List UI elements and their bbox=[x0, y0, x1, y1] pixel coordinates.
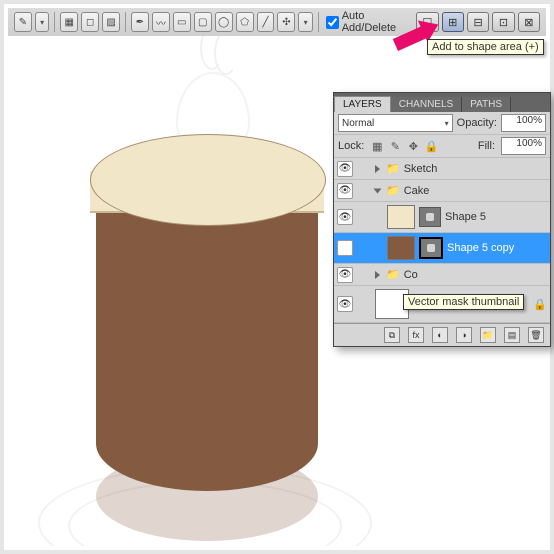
opacity-label: Opacity: bbox=[457, 117, 497, 129]
lock-label: Lock: bbox=[338, 140, 364, 152]
visibility-toggle[interactable]: 👁 bbox=[337, 240, 353, 256]
layer-group-co[interactable]: 👁 📁 Co bbox=[334, 264, 550, 286]
tooltip-add-to-shape: Add to shape area (+) bbox=[427, 39, 544, 55]
ellipse-icon[interactable]: ◯ bbox=[215, 12, 233, 32]
delete-layer-icon[interactable]: 🗑 bbox=[528, 327, 544, 343]
layer-label: Cake bbox=[404, 185, 430, 197]
paths-mode-icon[interactable]: ◻ bbox=[81, 12, 99, 32]
tab-paths[interactable]: PATHS bbox=[462, 97, 511, 112]
lock-transparent-icon[interactable]: ▦ bbox=[370, 139, 384, 153]
shape-dropdown-icon[interactable]: ▾ bbox=[298, 12, 312, 32]
pen-preset-icon[interactable]: ✎ bbox=[14, 12, 32, 32]
blend-mode-select[interactable]: Normal▾ bbox=[338, 114, 453, 132]
exclude-shape-icon[interactable]: ⊠ bbox=[518, 12, 540, 32]
auto-add-delete-label: Auto Add/Delete bbox=[342, 10, 411, 34]
custom-shape-icon[interactable]: ✣ bbox=[277, 12, 295, 32]
blend-mode-value: Normal bbox=[342, 118, 374, 129]
expand-icon[interactable] bbox=[375, 271, 380, 279]
layer-group-cake[interactable]: 👁 📁 Cake bbox=[334, 180, 550, 202]
folder-icon: 📁 bbox=[386, 162, 400, 175]
lock-fill-row: Lock: ▦ ✎ ✥ 🔒 Fill: 100% bbox=[334, 135, 550, 158]
fill-thumbnail[interactable] bbox=[387, 236, 415, 260]
folder-icon: 📁 bbox=[386, 184, 400, 197]
separator bbox=[125, 12, 126, 32]
collapse-icon[interactable] bbox=[374, 188, 382, 193]
options-bar: ✎ ▾ ▦ ◻ ▨ ✒ 〰 ▭ ▢ ◯ ⬠ ╱ ✣ ▾ Auto Add/Del… bbox=[8, 8, 546, 37]
auto-add-delete-input[interactable] bbox=[326, 16, 339, 29]
folder-icon: 📁 bbox=[386, 268, 400, 281]
layer-label: Co bbox=[404, 269, 418, 281]
subtract-shape-icon[interactable]: ⊟ bbox=[467, 12, 489, 32]
shape-layers-icon[interactable]: ▦ bbox=[60, 12, 78, 32]
sketch-steam-icon bbox=[196, 36, 246, 86]
tooltip-vector-mask: Vector mask thumbnail bbox=[403, 294, 524, 310]
rounded-rect-icon[interactable]: ▢ bbox=[194, 12, 212, 32]
blend-opacity-row: Normal▾ Opacity: 100% bbox=[334, 112, 550, 135]
rectangle-icon[interactable]: ▭ bbox=[173, 12, 191, 32]
visibility-toggle[interactable]: 👁 bbox=[337, 296, 353, 312]
layer-style-icon[interactable]: fx bbox=[408, 327, 424, 343]
layer-label: Shape 5 bbox=[445, 211, 486, 223]
layer-group-sketch[interactable]: 👁 📁 Sketch bbox=[334, 158, 550, 180]
pen-tool-icon[interactable]: ✒ bbox=[131, 12, 149, 32]
layer-label: Sketch bbox=[404, 163, 438, 175]
visibility-toggle[interactable]: 👁 bbox=[337, 183, 353, 199]
lock-icon: 🔒 bbox=[533, 298, 547, 311]
visibility-toggle[interactable]: 👁 bbox=[337, 267, 353, 283]
lock-image-icon[interactable]: ✎ bbox=[388, 139, 402, 153]
lock-all-icon[interactable]: 🔒 bbox=[424, 139, 438, 153]
vector-mask-thumbnail-selected[interactable] bbox=[419, 237, 443, 259]
panel-footer: ⧉ fx ◐ ◑ 📁 ▤ 🗑 bbox=[334, 323, 550, 346]
line-icon[interactable]: ╱ bbox=[257, 12, 275, 32]
opacity-input[interactable]: 100% bbox=[501, 114, 546, 132]
auto-add-delete-checkbox[interactable]: Auto Add/Delete bbox=[326, 10, 411, 34]
layer-shape5-copy[interactable]: 👁 Shape 5 copy bbox=[334, 233, 550, 264]
panel-tabs: LAYERS CHANNELS PATHS bbox=[334, 93, 550, 112]
separator bbox=[318, 12, 319, 32]
layer-shape5[interactable]: 👁 Shape 5 bbox=[334, 202, 550, 233]
tab-layers[interactable]: LAYERS bbox=[334, 96, 391, 112]
new-layer-icon[interactable]: ▤ bbox=[504, 327, 520, 343]
layer-mask-icon[interactable]: ◐ bbox=[432, 327, 448, 343]
fill-pixels-icon[interactable]: ▨ bbox=[102, 12, 120, 32]
expand-icon[interactable] bbox=[375, 165, 380, 173]
layer-label: Shape 5 copy bbox=[447, 242, 514, 254]
polygon-icon[interactable]: ⬠ bbox=[236, 12, 254, 32]
tab-channels[interactable]: CHANNELS bbox=[391, 97, 462, 112]
lock-position-icon[interactable]: ✥ bbox=[406, 139, 420, 153]
preset-dropdown-icon[interactable]: ▾ bbox=[35, 12, 49, 32]
freeform-pen-icon[interactable]: 〰 bbox=[152, 12, 170, 32]
new-group-icon[interactable]: 📁 bbox=[480, 327, 496, 343]
fill-input[interactable]: 100% bbox=[501, 137, 546, 155]
vector-mask-thumbnail[interactable] bbox=[419, 207, 441, 227]
fill-label: Fill: bbox=[478, 140, 495, 152]
intersect-shape-icon[interactable]: ⊡ bbox=[492, 12, 514, 32]
visibility-toggle[interactable]: 👁 bbox=[337, 209, 353, 225]
adjustment-layer-icon[interactable]: ◑ bbox=[456, 327, 472, 343]
link-layers-icon[interactable]: ⧉ bbox=[384, 327, 400, 343]
add-to-shape-icon[interactable]: ⊞ bbox=[442, 12, 464, 32]
separator bbox=[54, 12, 55, 32]
fill-thumbnail[interactable] bbox=[387, 205, 415, 229]
cake-shape bbox=[78, 116, 338, 516]
visibility-toggle[interactable]: 👁 bbox=[337, 161, 353, 177]
